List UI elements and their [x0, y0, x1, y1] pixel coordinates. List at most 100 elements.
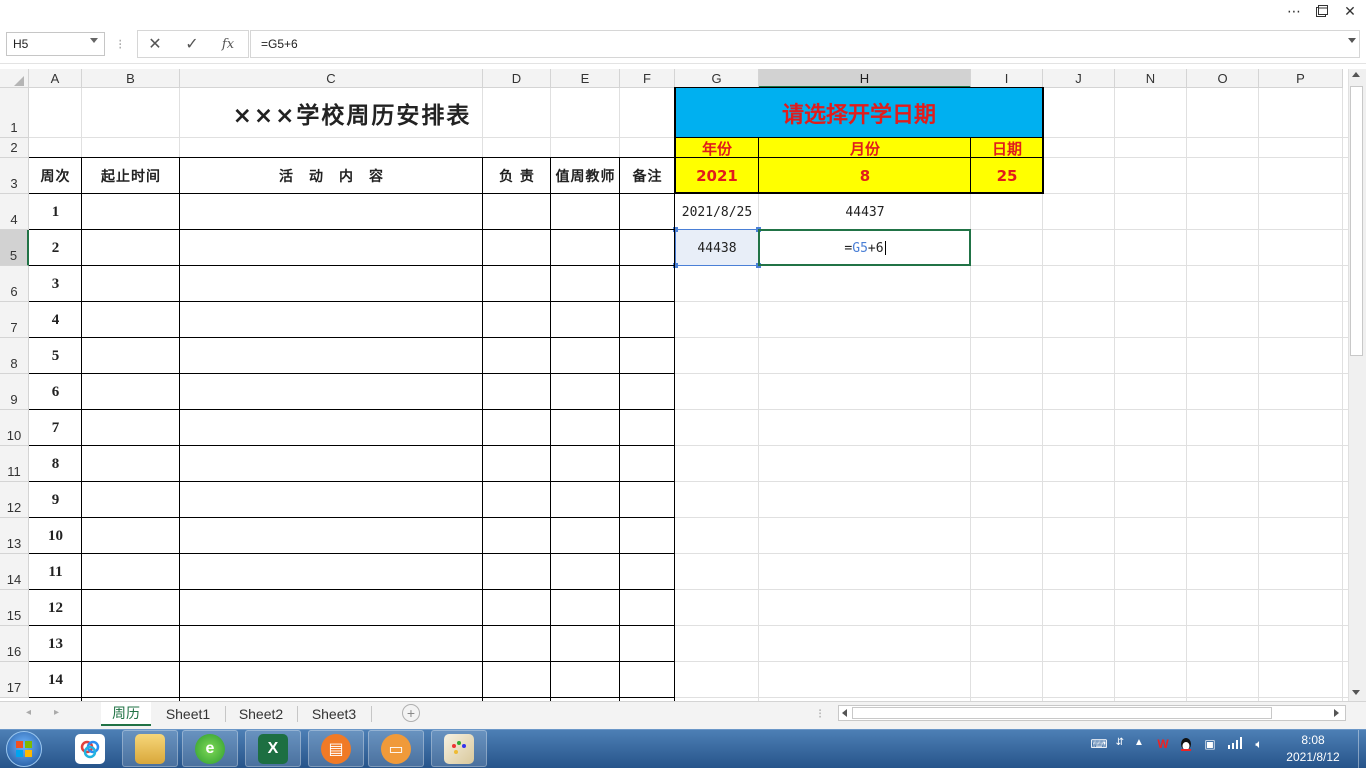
column-header-c[interactable]: C	[180, 69, 483, 88]
scroll-right-icon[interactable]	[1334, 709, 1339, 717]
date-prompt-banner: 请选择开学日期	[675, 88, 1043, 138]
row-header-2[interactable]: 2	[0, 138, 29, 158]
tab-sheet1[interactable]: Sheet1	[155, 702, 221, 726]
row-header-14[interactable]: 14	[0, 554, 29, 590]
panel-border	[1042, 87, 1044, 194]
row-header-10[interactable]: 10	[0, 410, 29, 446]
chevron-down-icon[interactable]	[90, 38, 98, 43]
tab-sheet3[interactable]: Sheet3	[300, 702, 368, 726]
window-titlebar	[0, 0, 1366, 24]
column-header-g[interactable]: G	[675, 69, 759, 88]
briefcase-app[interactable]: ▭	[368, 730, 424, 767]
tab-prev-icon[interactable]: ◂	[26, 707, 31, 718]
header-responsible: 负 责	[499, 169, 535, 185]
tab-next-icon[interactable]: ▸	[54, 707, 59, 718]
expand-formula-icon[interactable]	[1348, 38, 1356, 43]
enter-icon[interactable]: ✓	[177, 32, 207, 56]
keyboard-icon[interactable]: ⌨	[1090, 737, 1107, 751]
scroll-left-icon[interactable]	[842, 709, 847, 717]
row-header-17[interactable]: 17	[0, 662, 29, 698]
volume-icon[interactable]: 🔈︎	[1250, 737, 1268, 752]
tab-separator	[297, 706, 298, 722]
row-header-7[interactable]: 7	[0, 302, 29, 338]
table-border	[29, 409, 675, 410]
horizontal-scroll-thumb[interactable]	[852, 707, 1272, 719]
wps-icon: ▤	[321, 733, 351, 764]
month-label: 月份	[759, 138, 971, 158]
column-header-f[interactable]: F	[620, 69, 675, 88]
cell-g4[interactable]: 2021/8/25	[675, 194, 759, 230]
wps-tray-icon[interactable]: W	[1155, 737, 1171, 751]
scroll-up-icon[interactable]	[1352, 72, 1360, 77]
row-header-1[interactable]: 1	[0, 88, 29, 138]
column-header-j[interactable]: J	[1043, 69, 1115, 88]
row-header-15[interactable]: 15	[0, 590, 29, 626]
excel-icon: X	[258, 733, 288, 764]
excel-app[interactable]: X	[245, 730, 301, 767]
day-value[interactable]: 25	[971, 158, 1043, 194]
month-value[interactable]: 8	[759, 158, 971, 194]
row-header-13[interactable]: 13	[0, 518, 29, 554]
language-icon[interactable]: ⇵	[1112, 737, 1128, 748]
baidu-netdisk-icon	[75, 733, 105, 764]
column-header-o[interactable]: O	[1187, 69, 1259, 88]
browser-app[interactable]: e	[182, 730, 238, 767]
add-sheet-icon[interactable]: +	[402, 704, 420, 722]
row-header-8[interactable]: 8	[0, 338, 29, 374]
row-header-11[interactable]: 11	[0, 446, 29, 482]
column-header-a[interactable]: A	[29, 69, 82, 88]
restore-window-icon[interactable]	[1308, 0, 1336, 22]
week-number: 9	[51, 491, 60, 508]
split-handle-icon[interactable]: ⁝	[818, 706, 822, 722]
briefcase-icon: ▭	[381, 733, 411, 764]
clock-date[interactable]: 2021/8/12	[1278, 750, 1348, 764]
baidu-netdisk-app[interactable]	[62, 730, 118, 767]
column-header-n[interactable]: N	[1115, 69, 1187, 88]
week-number: 4	[51, 311, 60, 328]
column-header-p[interactable]: P	[1259, 69, 1343, 88]
row-header-6[interactable]: 6	[0, 266, 29, 302]
paint-app[interactable]	[431, 730, 487, 767]
qq-icon[interactable]	[1178, 737, 1194, 753]
column-header-b[interactable]: B	[82, 69, 180, 88]
close-icon[interactable]: ✕	[1336, 0, 1364, 22]
column-header-i[interactable]: I	[971, 69, 1043, 88]
table-border	[29, 481, 675, 482]
vertical-scroll-thumb[interactable]	[1350, 86, 1363, 356]
year-value[interactable]: 2021	[675, 158, 759, 194]
cell-h4[interactable]: 44437	[759, 194, 971, 230]
scroll-down-icon[interactable]	[1352, 690, 1360, 695]
file-explorer-app[interactable]	[122, 730, 178, 767]
cancel-icon[interactable]: ✕	[140, 32, 170, 56]
show-desktop-button[interactable]	[1358, 730, 1366, 768]
column-header-d[interactable]: D	[483, 69, 551, 88]
active-cell-h5[interactable]	[758, 229, 971, 266]
tab-zhouli[interactable]: 周历	[101, 702, 151, 726]
row-header-9[interactable]: 9	[0, 374, 29, 410]
palette-icon	[444, 733, 474, 764]
row-header-3[interactable]: 3	[0, 158, 29, 194]
ellipsis-icon[interactable]: ⋯	[1280, 0, 1308, 22]
gridline	[1114, 88, 1115, 701]
column-header-h[interactable]: H	[759, 69, 971, 88]
row-header-4[interactable]: 4	[0, 194, 29, 230]
row-header-16[interactable]: 16	[0, 626, 29, 662]
row-header-12[interactable]: 12	[0, 482, 29, 518]
table-border	[619, 157, 620, 701]
table-border	[29, 229, 675, 230]
table-border	[29, 517, 675, 518]
formula-input[interactable]: =G5+6	[250, 30, 1360, 58]
clock-time[interactable]: 8:08	[1282, 733, 1344, 747]
column-header-e[interactable]: E	[551, 69, 620, 88]
clipboard-icon[interactable]: ▣	[1202, 737, 1218, 751]
show-hidden-icons[interactable]: ▲	[1132, 737, 1146, 748]
name-box[interactable]: H5	[6, 32, 105, 56]
insert-function-icon[interactable]: fx	[213, 32, 243, 56]
row-header-5[interactable]: 5	[0, 230, 29, 266]
network-icon[interactable]	[1226, 737, 1244, 749]
week-number: 5	[51, 347, 60, 364]
table-border	[81, 157, 82, 701]
tab-sheet2[interactable]: Sheet2	[228, 702, 294, 726]
wps-office-app[interactable]: ▤	[308, 730, 364, 767]
start-button[interactable]	[6, 731, 42, 767]
